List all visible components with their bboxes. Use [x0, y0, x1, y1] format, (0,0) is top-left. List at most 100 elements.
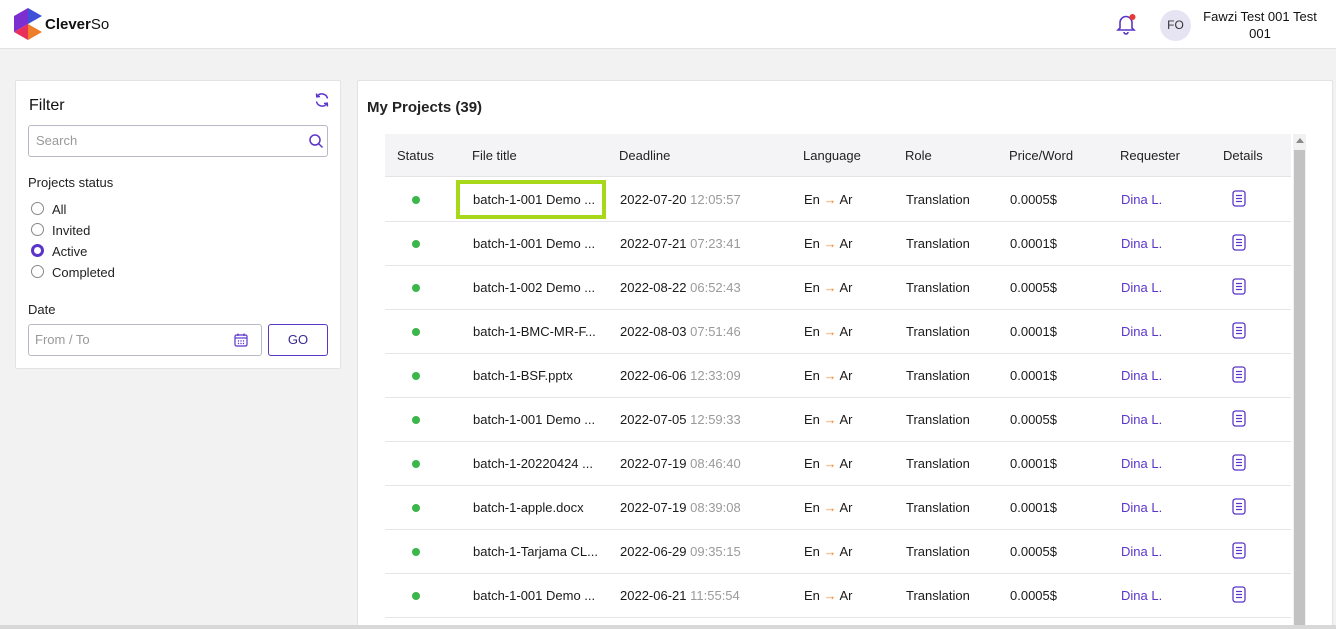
- status-active-dot: [412, 240, 420, 248]
- details-icon[interactable]: [1232, 542, 1246, 559]
- date-range-input[interactable]: [35, 332, 225, 347]
- language-pair: En → Ar: [804, 280, 852, 295]
- radio-label-invited[interactable]: Invited: [52, 223, 90, 238]
- requester-link[interactable]: Dina L.: [1121, 544, 1162, 559]
- table-row[interactable]: batch-1-002 Demo ... 2022-08-22 06:52:43 E…: [385, 266, 1291, 310]
- price-per-word: 0.0005$: [1010, 588, 1057, 603]
- file-title[interactable]: batch-1-apple.docx: [473, 500, 584, 515]
- file-title[interactable]: batch-1-002 Demo ...: [473, 280, 595, 295]
- source-language: En: [804, 192, 820, 207]
- price-per-word: 0.0005$: [1010, 412, 1057, 427]
- file-title[interactable]: batch-1-BSF.pptx: [473, 368, 573, 383]
- column-header-status[interactable]: Status: [397, 148, 434, 163]
- requester-link[interactable]: Dina L.: [1121, 588, 1162, 603]
- details-icon[interactable]: [1232, 322, 1246, 339]
- scroll-up-arrow-icon[interactable]: [1296, 138, 1304, 143]
- calendar-icon[interactable]: [234, 333, 248, 347]
- details-icon[interactable]: [1232, 454, 1246, 471]
- refresh-icon[interactable]: [314, 92, 330, 108]
- radio-invited[interactable]: [31, 223, 44, 236]
- file-title[interactable]: batch-1-001 Demo ...: [473, 236, 595, 251]
- requester-link[interactable]: Dina L.: [1121, 324, 1162, 339]
- requester-link[interactable]: Dina L.: [1121, 280, 1162, 295]
- status-active-dot: [412, 328, 420, 336]
- status-active-dot: [412, 504, 420, 512]
- arrow-right-icon: →: [823, 588, 837, 603]
- details-icon[interactable]: [1232, 366, 1246, 383]
- radio-completed[interactable]: [31, 265, 44, 278]
- scrollbar-thumb[interactable]: [1294, 150, 1305, 629]
- role: Translation: [906, 544, 970, 559]
- table-row[interactable]: batch-1-BSF.pptx 2022-06-06 12:33:09 En → …: [385, 354, 1291, 398]
- go-button[interactable]: GO: [268, 324, 328, 356]
- requester-link[interactable]: Dina L.: [1121, 456, 1162, 471]
- requester-link[interactable]: Dina L.: [1121, 500, 1162, 515]
- details-icon[interactable]: [1232, 586, 1246, 603]
- target-language: Ar: [839, 544, 853, 559]
- radio-label-all[interactable]: All: [52, 202, 66, 217]
- deadline-date: 2022-08-03: [620, 324, 687, 339]
- table-row[interactable]: batch-1-20220424 ... 2022-07-19 08:46:40 E…: [385, 442, 1291, 486]
- deadline: 2022-06-29 09:35:15: [620, 544, 741, 559]
- search-icon[interactable]: [308, 133, 324, 149]
- table-row[interactable]: batch-1-001 Demo ... 2022-07-20 12:05:57 E…: [385, 178, 1291, 222]
- date-range-field[interactable]: [28, 324, 262, 356]
- status-active-dot: [412, 372, 420, 380]
- radio-label-active[interactable]: Active: [52, 244, 87, 259]
- column-header-deadline[interactable]: Deadline: [619, 148, 670, 163]
- column-header-file-title[interactable]: File title: [472, 148, 517, 163]
- radio-all[interactable]: [31, 202, 44, 215]
- language-pair: En → Ar: [804, 544, 852, 559]
- deadline-time: 11:55:54: [690, 588, 740, 603]
- avatar[interactable]: FO: [1160, 10, 1191, 41]
- radio-label-completed[interactable]: Completed: [52, 265, 115, 280]
- vertical-scrollbar[interactable]: [1293, 134, 1306, 629]
- details-icon[interactable]: [1232, 498, 1246, 515]
- column-header-language[interactable]: Language: [803, 148, 861, 163]
- details-icon[interactable]: [1232, 190, 1246, 207]
- language-pair: En → Ar: [804, 324, 852, 339]
- file-title[interactable]: batch-1-Tarjama CL...: [473, 544, 598, 559]
- user-name[interactable]: Fawzi Test 001 Test 001: [1200, 8, 1320, 42]
- cleverso-logo-icon[interactable]: [14, 8, 42, 40]
- brand-name[interactable]: CleverSo: [45, 16, 109, 33]
- requester-link[interactable]: Dina L.: [1121, 236, 1162, 251]
- requester-link[interactable]: Dina L.: [1121, 368, 1162, 383]
- file-title[interactable]: batch-1-20220424 ...: [473, 456, 593, 471]
- requester-link[interactable]: Dina L.: [1121, 192, 1162, 207]
- deadline-time: 09:35:15: [690, 544, 741, 559]
- role: Translation: [906, 412, 970, 427]
- arrow-right-icon: →: [823, 412, 837, 427]
- file-title[interactable]: batch-1-001 Demo ...: [473, 412, 595, 427]
- arrow-right-icon: →: [823, 456, 837, 471]
- table-row[interactable]: batch-1-001 Demo ... 2022-07-21 07:23:41 E…: [385, 222, 1291, 266]
- notification-bell-icon[interactable]: [1115, 13, 1137, 35]
- table-row[interactable]: batch-1-Tarjama CL... 2022-06-29 09:35:15…: [385, 530, 1291, 574]
- details-icon[interactable]: [1232, 278, 1246, 295]
- table-row[interactable]: batch-1-apple.docx 2022-07-19 08:39:08 En …: [385, 486, 1291, 530]
- radio-active[interactable]: [31, 244, 44, 257]
- table-row[interactable]: batch-1-BMC-MR-F... 2022-08-03 07:51:46 En…: [385, 310, 1291, 354]
- column-header-details[interactable]: Details: [1223, 148, 1263, 163]
- column-header-requester[interactable]: Requester: [1120, 148, 1180, 163]
- details-icon[interactable]: [1232, 410, 1246, 427]
- language-pair: En → Ar: [804, 588, 852, 603]
- file-title[interactable]: batch-1-001 Demo ...: [473, 192, 595, 207]
- requester-link[interactable]: Dina L.: [1121, 412, 1162, 427]
- table-row[interactable]: batch-1-001 Demo ... 2022-06-21 11:55:54 E…: [385, 574, 1291, 618]
- column-header-price[interactable]: Price/Word: [1009, 148, 1073, 163]
- file-title[interactable]: batch-1-BMC-MR-F...: [473, 324, 596, 339]
- table-row[interactable]: batch-1-001 Demo ... 2022-07-05 12:59:33 E…: [385, 398, 1291, 442]
- search-input[interactable]: [36, 133, 296, 148]
- search-field[interactable]: [28, 125, 328, 157]
- horizontal-scrollbar[interactable]: [0, 625, 1336, 629]
- source-language: En: [804, 456, 820, 471]
- column-header-role[interactable]: Role: [905, 148, 932, 163]
- deadline-date: 2022-07-19: [620, 500, 687, 515]
- file-title[interactable]: batch-1-001 Demo ...: [473, 588, 595, 603]
- price-per-word: 0.0001$: [1010, 500, 1057, 515]
- deadline-date: 2022-06-29: [620, 544, 687, 559]
- role: Translation: [906, 236, 970, 251]
- details-icon[interactable]: [1232, 234, 1246, 251]
- arrow-right-icon: →: [823, 236, 837, 251]
